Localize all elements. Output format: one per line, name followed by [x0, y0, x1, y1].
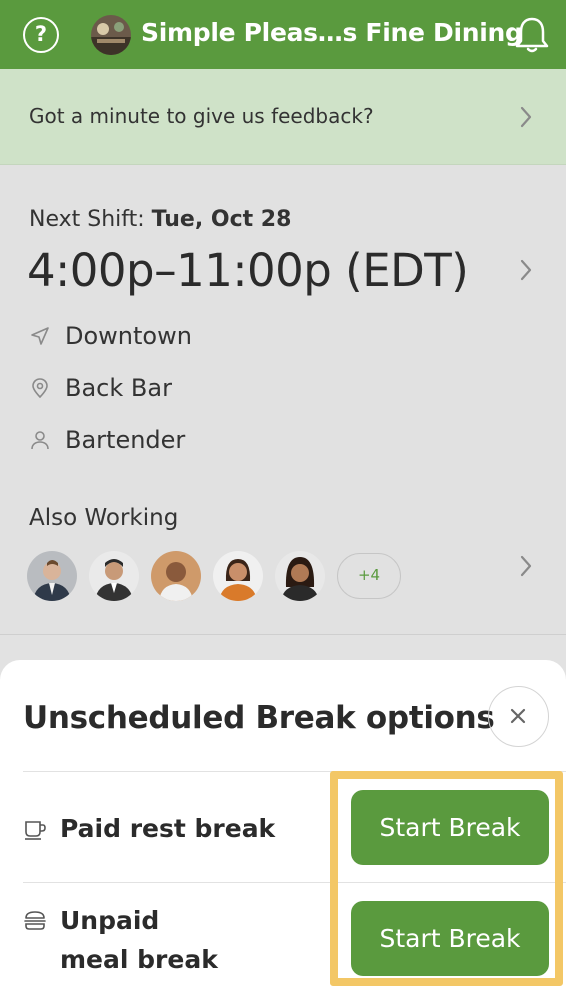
close-button[interactable] — [488, 686, 549, 747]
avatar — [89, 551, 139, 601]
unpaid-meal-break-label-line1: Unpaid — [60, 906, 160, 935]
shift-role: Bartender — [29, 426, 185, 454]
chevron-right-icon — [520, 106, 532, 128]
shift-location: Downtown — [29, 322, 192, 350]
shift-station: Back Bar — [29, 374, 172, 402]
shift-time: 4:00p–11:00p (EDT) — [27, 244, 469, 297]
start-paid-rest-break-button[interactable]: Start Break — [351, 790, 549, 865]
close-icon — [510, 708, 526, 724]
divider — [23, 882, 566, 883]
chevron-right-icon — [520, 259, 532, 281]
person-icon — [31, 431, 49, 450]
start-unpaid-meal-break-button[interactable]: Start Break — [351, 901, 549, 976]
shift-role-text: Bartender — [65, 426, 186, 454]
business-logo — [91, 15, 131, 55]
avatar — [151, 551, 201, 601]
top-bar: ? Simple Pleas…s Fine Dining — [0, 0, 566, 69]
more-coworkers-badge[interactable]: +4 — [337, 553, 401, 599]
shift-station-text: Back Bar — [65, 374, 172, 402]
also-working-label: Also Working — [29, 505, 179, 531]
navigation-arrow-icon — [31, 327, 49, 345]
next-shift-card[interactable]: Next Shift: Tue, Oct 28 4:00p–11:00p (ED… — [0, 165, 566, 635]
unpaid-meal-break-label-line2: meal break — [60, 945, 218, 974]
sheet-title: Unscheduled Break options — [23, 700, 495, 736]
paid-rest-break-label: Paid rest break — [60, 814, 276, 843]
next-shift-label: Next Shift: — [29, 207, 145, 232]
avatar — [27, 551, 77, 601]
burger-icon — [24, 911, 46, 930]
map-pin-icon — [32, 378, 48, 399]
break-options-sheet: Unscheduled Break options Paid rest brea… — [0, 660, 566, 986]
next-shift-date: Tue, Oct 28 — [151, 207, 292, 232]
avatar — [275, 551, 325, 601]
feedback-text: Got a minute to give us feedback? — [29, 104, 374, 128]
bell-icon[interactable] — [513, 15, 551, 55]
chevron-right-icon — [520, 555, 532, 577]
business-name[interactable]: Simple Pleas…s Fine Dining — [141, 18, 523, 47]
help-circle-icon[interactable]: ? — [23, 17, 59, 53]
next-shift-heading: Next Shift: Tue, Oct 28 — [29, 207, 291, 232]
coffee-cup-icon — [25, 821, 46, 840]
divider — [23, 771, 566, 772]
feedback-banner[interactable]: Got a minute to give us feedback? — [0, 69, 566, 165]
avatar — [213, 551, 263, 601]
shift-location-text: Downtown — [65, 322, 192, 350]
